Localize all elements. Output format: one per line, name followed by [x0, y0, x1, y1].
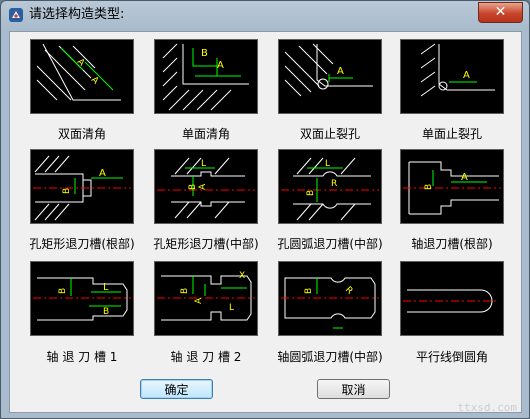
svg-text:R: R — [343, 285, 355, 297]
svg-text:B: B — [306, 190, 316, 196]
svg-text:A: A — [461, 172, 468, 183]
svg-text:A: A — [194, 297, 204, 304]
option-single-relief-hole[interactable]: A — [400, 39, 504, 114]
option-parallel-line-fillet[interactable] — [400, 261, 504, 336]
svg-text:L: L — [103, 282, 109, 293]
option-hole-rect-undercut-root[interactable]: A B — [30, 149, 134, 224]
hole-rect-undercut-root-icon: A B — [33, 155, 131, 221]
option-label: 单面清角 — [181, 127, 230, 141]
option-label: 孔矩形退刀槽(根部) — [29, 237, 135, 251]
double-relief-hole-icon: A — [284, 43, 373, 97]
single-relief-hole-icon: A — [420, 43, 495, 97]
option-hole-arc-undercut-middle[interactable]: L B R — [278, 149, 382, 224]
option-shaft-undercut-1[interactable]: L B B — [30, 261, 134, 336]
title-bar: 请选择构造类型: ✕ — [1, 1, 529, 31]
dialog-window: 请选择构造类型: ✕ A A 双面清角 B A 单面清角 A 双面止裂孔 A 单… — [0, 0, 530, 419]
option-label: 轴圆弧退刀槽(中部) — [277, 350, 383, 364]
svg-text:A: A — [217, 60, 224, 71]
svg-text:B: B — [180, 288, 190, 294]
single-chamfer-icon: B A — [162, 43, 249, 111]
shaft-undercut-root-icon: A B — [403, 161, 501, 215]
shaft-arc-undercut-middle-icon: R B — [281, 277, 379, 329]
svg-text:B: B — [304, 288, 314, 294]
double-chamfer-icon: A A — [36, 43, 121, 101]
watermark: ttxsd.com — [457, 401, 517, 414]
option-label: 孔矩形退刀槽(中部) — [153, 237, 259, 251]
svg-text:B: B — [62, 188, 72, 194]
window-title: 请选择构造类型: — [29, 7, 125, 22]
svg-text:A: A — [198, 183, 208, 190]
option-double-relief-hole[interactable]: A — [278, 39, 382, 114]
option-label: 孔圆弧退刀槽(中部) — [277, 237, 383, 251]
option-hole-rect-undercut-middle[interactable]: L B A — [154, 149, 258, 224]
hole-rect-undercut-middle-icon: L B A — [157, 157, 255, 219]
option-label: 双面清角 — [57, 127, 106, 141]
option-shaft-undercut-root[interactable]: A B — [400, 149, 504, 224]
shaft-undercut-2-icon: X L B A — [157, 271, 255, 321]
shaft-undercut-1-icon: L B B — [33, 277, 131, 321]
svg-text:B: B — [103, 307, 109, 317]
option-double-chamfer[interactable]: A A — [30, 39, 134, 114]
svg-text:A: A — [337, 66, 344, 77]
parallel-line-fillet-icon — [403, 289, 499, 313]
option-single-chamfer[interactable]: B A — [154, 39, 258, 114]
option-label: 轴 退 刀 槽 1 — [46, 350, 118, 364]
svg-text:L: L — [229, 303, 234, 313]
cancel-button[interactable]: 取消 — [317, 379, 390, 399]
close-button[interactable]: ✕ — [478, 2, 523, 23]
svg-text:B: B — [424, 184, 434, 190]
app-icon — [9, 8, 23, 22]
svg-text:L: L — [325, 159, 330, 169]
ok-button[interactable]: 确定 — [140, 379, 213, 399]
option-label: 平行线倒圆角 — [415, 350, 488, 364]
svg-text:L: L — [201, 159, 206, 169]
dialog-content: A A 双面清角 B A 单面清角 A 双面止裂孔 A 单面止裂孔 A B 孔矩… — [9, 31, 522, 413]
option-shaft-arc-undercut-middle[interactable]: R B — [278, 261, 382, 336]
option-label: 轴退刀槽(根部) — [411, 237, 493, 251]
svg-text:R: R — [331, 179, 337, 189]
close-icon: ✕ — [494, 4, 507, 20]
option-label: 单面止裂孔 — [421, 127, 482, 141]
svg-text:B: B — [188, 184, 198, 190]
svg-text:X: X — [239, 271, 245, 281]
svg-text:B: B — [58, 288, 68, 294]
svg-text:A: A — [463, 70, 470, 81]
svg-text:A: A — [99, 168, 106, 179]
option-shaft-undercut-2[interactable]: X L B A — [154, 261, 258, 336]
option-label: 双面止裂孔 — [299, 127, 360, 141]
option-label: 轴 退 刀 槽 2 — [170, 350, 242, 364]
svg-text:A: A — [89, 75, 101, 87]
hole-arc-undercut-middle-icon: L B R — [281, 157, 379, 221]
svg-text:B: B — [201, 48, 208, 59]
